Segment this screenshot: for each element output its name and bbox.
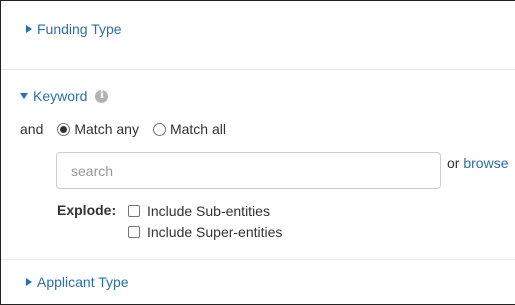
- browse-link[interactable]: browse: [463, 155, 508, 171]
- include-super-entities-checkbox[interactable]: [128, 226, 140, 238]
- keyword-facet-toggle[interactable]: Keyword i: [20, 88, 109, 104]
- funding-type-label: Funding Type: [37, 21, 122, 37]
- facet-divider: [1, 69, 515, 70]
- include-sub-entities-option[interactable]: Include Sub-entities: [128, 203, 270, 219]
- and-label: and: [20, 121, 44, 137]
- match-mode-row: and Match any Match all: [20, 121, 226, 137]
- applicant-type-label: Applicant Type: [37, 274, 129, 290]
- match-any-option[interactable]: Match any: [57, 121, 139, 137]
- triangle-down-icon: [20, 93, 28, 99]
- include-sub-entities-checkbox[interactable]: [128, 205, 140, 217]
- triangle-right-icon: [26, 278, 32, 286]
- info-icon[interactable]: i: [95, 89, 109, 103]
- explode-label: Explode:: [57, 202, 117, 218]
- match-any-label: Match any: [74, 121, 139, 137]
- include-super-entities-option[interactable]: Include Super-entities: [128, 224, 282, 240]
- or-text: or: [447, 155, 460, 171]
- facet-divider: [1, 259, 515, 260]
- keyword-label: Keyword: [33, 88, 88, 104]
- include-sub-entities-label: Include Sub-entities: [147, 203, 270, 219]
- triangle-right-icon: [26, 25, 32, 33]
- match-all-label: Match all: [169, 121, 226, 137]
- applicant-type-facet-toggle[interactable]: Applicant Type: [26, 274, 129, 290]
- funding-type-facet-toggle[interactable]: Funding Type: [26, 21, 122, 37]
- include-super-entities-label: Include Super-entities: [147, 224, 283, 240]
- keyword-search-input[interactable]: [56, 152, 441, 189]
- match-all-radio[interactable]: [152, 122, 166, 136]
- match-any-radio[interactable]: [57, 122, 71, 136]
- match-all-option[interactable]: Match all: [152, 121, 226, 137]
- browse-container: or browse: [447, 155, 508, 171]
